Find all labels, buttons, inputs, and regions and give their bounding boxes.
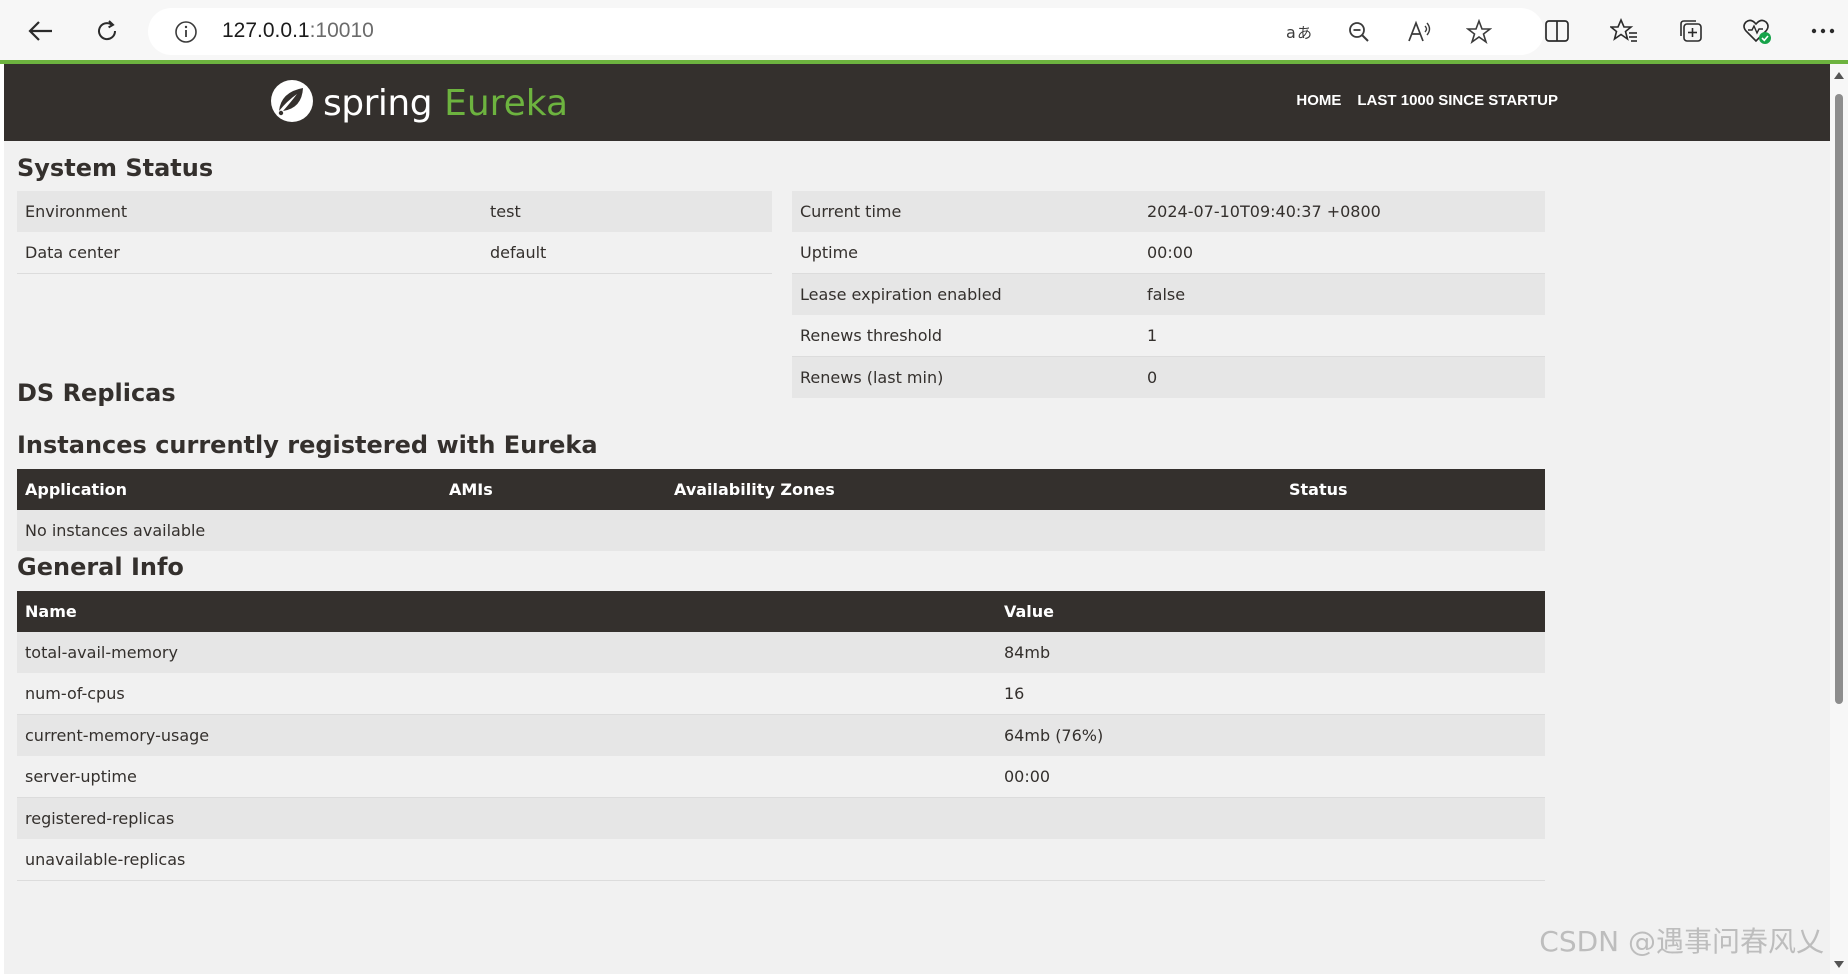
info-name: registered-replicas (17, 797, 996, 839)
back-arrow-icon[interactable] (24, 14, 58, 48)
col-header-value: Value (996, 591, 1545, 632)
watermark-text: CSDN @遇事问春风乂 (1539, 925, 1824, 958)
table-header-row: Application AMIs Availability Zones Stat… (17, 469, 1545, 510)
info-value (996, 839, 1545, 881)
collections-icon[interactable] (1674, 14, 1708, 48)
info-name: unavailable-replicas (17, 839, 996, 881)
table-row: unavailable-replicas (17, 839, 1545, 881)
site-info-icon[interactable] (174, 20, 198, 48)
table-header-row: Name Value (17, 591, 1545, 632)
ds-replicas-title: DS Replicas (17, 379, 176, 407)
table-row: Renews threshold 1 (792, 315, 1545, 357)
table-row: Environment test (17, 191, 772, 232)
status-label: Current time (792, 191, 1139, 232)
svg-text:あ: あ (1297, 24, 1312, 42)
status-value: 1 (1139, 315, 1545, 357)
info-name: server-uptime (17, 756, 996, 798)
general-info-table: Name Value total-avail-memory 84mb num-o… (17, 591, 1545, 881)
table-row: Renews (last min) 0 (792, 356, 1545, 398)
nav-home-link[interactable]: HOME (1296, 92, 1341, 109)
eureka-navbar: spring Eureka HOME LAST 1000 SINCE START… (4, 64, 1830, 141)
favorites-icon[interactable] (1607, 14, 1641, 48)
no-instances-message: No instances available (17, 510, 1545, 551)
refresh-icon[interactable] (90, 14, 124, 48)
info-value: 00:00 (996, 756, 1545, 798)
col-header-name: Name (17, 591, 996, 632)
system-status-left-table: Environment test Data center default (17, 191, 772, 274)
info-value: 64mb (76%) (996, 714, 1545, 756)
status-label: Uptime (792, 232, 1139, 274)
info-name: total-avail-memory (17, 632, 996, 673)
more-options-icon[interactable] (1806, 14, 1840, 48)
nav-links: HOME LAST 1000 SINCE STARTUP (1296, 92, 1558, 109)
nav-last1000-link[interactable]: LAST 1000 SINCE STARTUP (1357, 92, 1558, 109)
translate-icon[interactable]: aあ (1284, 17, 1314, 47)
system-status-right-table: Current time 2024-07-10T09:40:37 +0800 U… (792, 191, 1545, 398)
col-header-application: Application (17, 469, 441, 510)
general-info-title: General Info (17, 553, 184, 581)
table-row: current-memory-usage 64mb (76%) (17, 714, 1545, 756)
zoom-out-icon[interactable] (1344, 17, 1374, 47)
url-host: 127.0.0.1 (222, 19, 310, 42)
table-row: Uptime 00:00 (792, 232, 1545, 274)
url-text[interactable]: 127.0.0.1:10010 (222, 19, 374, 43)
scroll-down-arrow-icon[interactable] (1834, 961, 1844, 968)
info-name: current-memory-usage (17, 714, 996, 756)
status-value: 2024-07-10T09:40:37 +0800 (1139, 191, 1545, 232)
page-viewport: spring Eureka HOME LAST 1000 SINCE START… (4, 64, 1830, 974)
status-value: false (1139, 273, 1545, 315)
col-header-amis: AMIs (441, 469, 666, 510)
browser-essentials-icon[interactable] (1740, 14, 1774, 48)
table-row: total-avail-memory 84mb (17, 632, 1545, 673)
status-label: Renews (last min) (792, 356, 1139, 398)
status-label: Environment (17, 191, 482, 232)
col-header-status: Status (1281, 469, 1545, 510)
status-value: 00:00 (1139, 232, 1545, 274)
scrollbar-thumb[interactable] (1835, 94, 1843, 704)
brand-spring-text: spring (323, 82, 433, 124)
table-row: server-uptime 00:00 (17, 756, 1545, 798)
address-bar[interactable]: 127.0.0.1:10010 aあ (148, 8, 1544, 55)
brand-logo[interactable]: spring Eureka (269, 78, 568, 128)
table-row: num-of-cpus 16 (17, 673, 1545, 715)
svg-text:a: a (1286, 23, 1296, 42)
url-port: :10010 (309, 19, 374, 42)
status-label: Renews threshold (792, 315, 1139, 357)
table-row: Data center default (17, 232, 772, 274)
status-label: Data center (17, 232, 482, 274)
brand-eureka-text: Eureka (444, 82, 569, 124)
col-header-availability-zones: Availability Zones (666, 469, 1281, 510)
info-value: 84mb (996, 632, 1545, 673)
status-label: Lease expiration enabled (792, 273, 1139, 315)
favorite-star-icon[interactable] (1464, 17, 1494, 47)
status-value: 0 (1139, 356, 1545, 398)
info-name: num-of-cpus (17, 673, 996, 715)
browser-toolbar: 127.0.0.1:10010 aあ (0, 0, 1848, 62)
info-value (996, 797, 1545, 839)
spring-leaf-icon (269, 78, 315, 128)
split-screen-icon[interactable] (1540, 14, 1574, 48)
status-value: test (482, 191, 772, 232)
table-row: Lease expiration enabled false (792, 273, 1545, 315)
vertical-scrollbar[interactable] (1830, 64, 1848, 974)
instances-table: Application AMIs Availability Zones Stat… (17, 469, 1545, 551)
table-row: Current time 2024-07-10T09:40:37 +0800 (792, 191, 1545, 232)
read-aloud-icon[interactable] (1404, 17, 1434, 47)
table-row: No instances available (17, 510, 1545, 551)
table-row: registered-replicas (17, 797, 1545, 839)
instances-title: Instances currently registered with Eure… (17, 431, 598, 459)
status-value: default (482, 232, 772, 274)
info-value: 16 (996, 673, 1545, 715)
system-status-title: System Status (17, 154, 214, 182)
scroll-up-arrow-icon[interactable] (1834, 72, 1844, 79)
